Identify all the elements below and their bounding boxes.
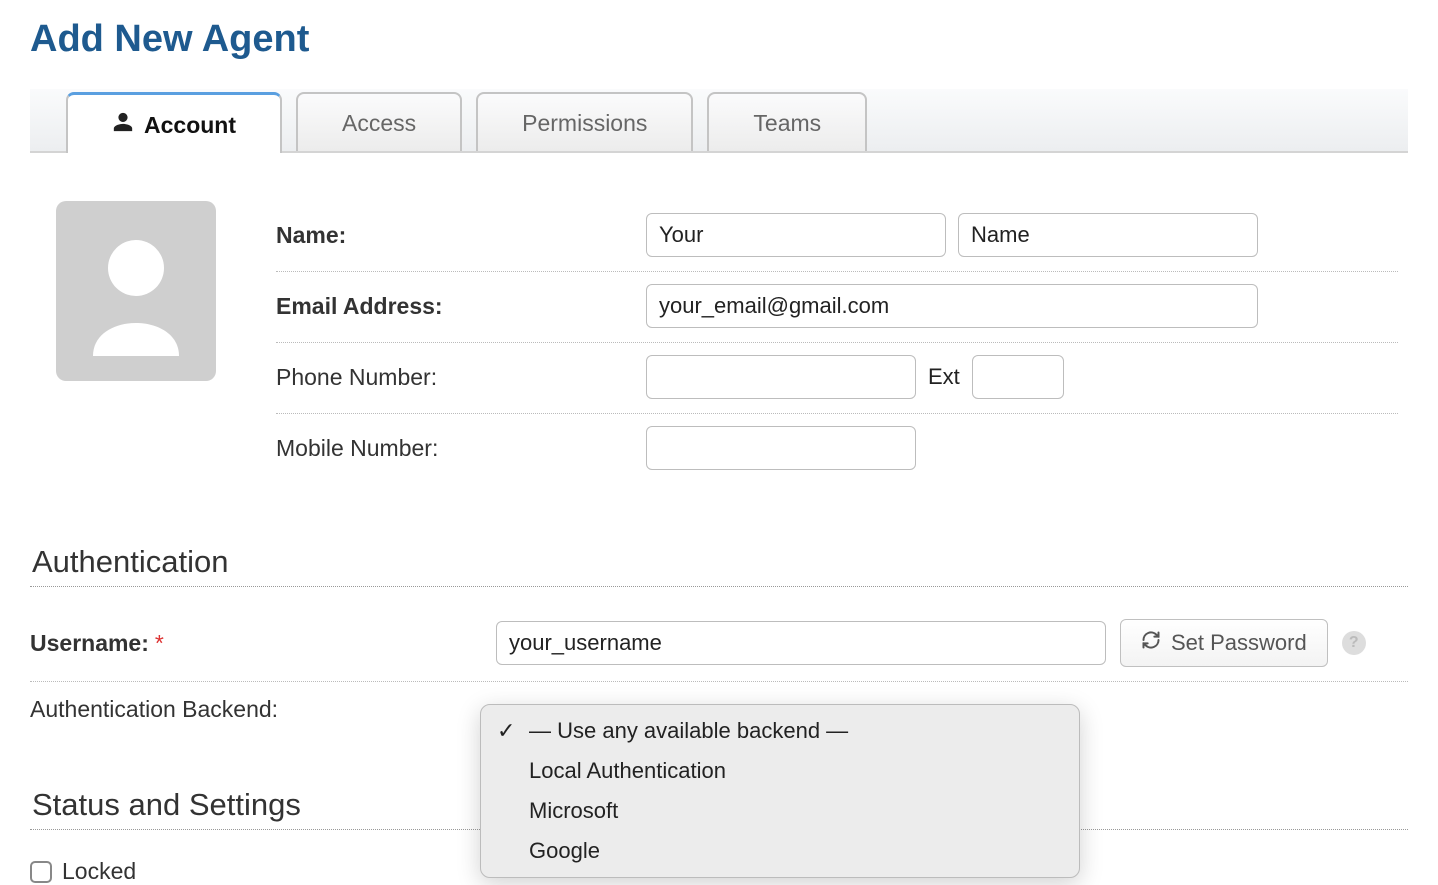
tab-label: Permissions: [522, 110, 647, 137]
email-label: Email Address:: [276, 293, 646, 320]
locked-label: Locked: [62, 858, 136, 885]
section-divider: [30, 586, 1408, 587]
email-input[interactable]: [646, 284, 1258, 328]
help-icon[interactable]: ?: [1342, 631, 1366, 655]
backend-dropdown[interactable]: ✓ — Use any available backend — Local Au…: [480, 704, 1080, 878]
tab-account[interactable]: Account: [66, 92, 282, 153]
name-label: Name:: [276, 222, 646, 249]
backend-option-google[interactable]: Google: [481, 831, 1079, 871]
tab-label: Access: [342, 110, 416, 137]
authentication-section-title: Authentication: [32, 544, 1408, 580]
user-icon: [112, 111, 134, 139]
username-input[interactable]: [496, 621, 1106, 665]
tab-label: Account: [144, 112, 236, 139]
backend-option-any[interactable]: ✓ — Use any available backend —: [481, 711, 1079, 751]
backend-option-microsoft[interactable]: Microsoft: [481, 791, 1079, 831]
ext-input[interactable]: [972, 355, 1064, 399]
set-password-button[interactable]: Set Password: [1120, 619, 1328, 667]
ext-label: Ext: [928, 364, 960, 390]
tab-bar: Account Access Permissions Teams: [30, 89, 1408, 153]
backend-option-local[interactable]: Local Authentication: [481, 751, 1079, 791]
avatar[interactable]: [56, 201, 216, 381]
page-title: Add New Agent: [30, 18, 1408, 61]
phone-label: Phone Number:: [276, 364, 646, 391]
set-password-label: Set Password: [1171, 630, 1307, 656]
locked-checkbox[interactable]: [30, 861, 52, 883]
mobile-input[interactable]: [646, 426, 916, 470]
check-icon: ✓: [497, 718, 515, 744]
backend-label: Authentication Backend:: [30, 696, 496, 723]
tab-teams[interactable]: Teams: [707, 92, 867, 151]
mobile-label: Mobile Number:: [276, 435, 646, 462]
required-marker: *: [155, 630, 164, 657]
phone-input[interactable]: [646, 355, 916, 399]
tab-permissions[interactable]: Permissions: [476, 92, 693, 151]
tab-label: Teams: [753, 110, 821, 137]
first-name-input[interactable]: [646, 213, 946, 257]
refresh-icon: [1141, 630, 1161, 656]
tab-access[interactable]: Access: [296, 92, 462, 151]
username-label: Username: *: [30, 630, 496, 657]
last-name-input[interactable]: [958, 213, 1258, 257]
